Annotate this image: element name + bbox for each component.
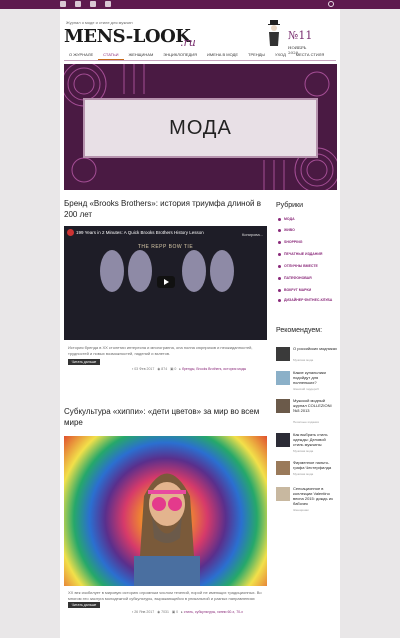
mail-icon[interactable]: [60, 1, 66, 7]
issue-number: №11: [288, 29, 313, 42]
nav-item-about[interactable]: О журнале: [64, 50, 98, 60]
bullet-icon: [278, 228, 281, 232]
recommended-item[interactable]: Мужской модный журнал COLLEZIONI №3 2013…: [276, 398, 337, 424]
tag-icon: ▸: [179, 367, 181, 371]
recommended-item[interactable]: Какие купальники подойдут для полненьких…: [276, 370, 337, 391]
eye-icon: ◉: [157, 367, 161, 371]
logo-domain: .ru: [180, 36, 196, 49]
main-nav: О журнале Статьи Женщинам Энциклопедия И…: [64, 50, 336, 60]
top-bar: [0, 0, 400, 9]
recommended-category: Женский гардероб: [293, 387, 319, 391]
rss-icon[interactable]: [105, 1, 111, 7]
recommended-thumbnail: [276, 461, 290, 475]
nav-item-care[interactable]: Уход: [270, 50, 291, 60]
recommended-item[interactable]: Как выбрать стиль одежды: Деловой стиль …: [276, 432, 337, 453]
rubric-item[interactable]: ДИЗАЙНЕР ФИТНЕС-КЛУБА: [278, 298, 336, 302]
recommended-thumbnail: [276, 399, 290, 413]
bullet-icon: [278, 252, 281, 256]
nav-item-articles[interactable]: Статьи: [98, 50, 124, 60]
nav-item-places[interactable]: Места стиля: [291, 50, 329, 60]
post-tags[interactable]: стиль, субкультуры, хиппи 60-х, 70-х: [184, 610, 243, 614]
recommended-category: Мужская мода: [293, 472, 314, 476]
video-embed[interactable]: 199 Years in 2 Minutes: A Quick Brooks B…: [64, 226, 267, 340]
tie-image: [210, 250, 234, 292]
tie-image: [182, 250, 206, 292]
channel-avatar: [67, 229, 74, 236]
eye-icon: ◉: [157, 610, 161, 614]
category-banner: МОДА: [64, 64, 337, 190]
recommended-category: Мужская мода: [293, 358, 314, 362]
recommended-title[interactable]: О российских модниках: [293, 346, 337, 351]
post-title[interactable]: Субкультура «хиппи»: «дети цветов» за ми…: [64, 406, 269, 428]
nav-item-names[interactable]: Имена в моде: [202, 50, 243, 60]
bullet-icon: [278, 240, 281, 244]
search-icon[interactable]: [328, 1, 334, 7]
site-logo[interactable]: MENS-LOOK: [64, 26, 191, 47]
rubric-item[interactable]: ПАТЕФОНОВАЯ: [278, 276, 312, 280]
post-meta: ▪ 03 Фев 2017 ◉ 874 ▣ 0 ▸ бренды, Brooks…: [132, 367, 247, 371]
post-title[interactable]: Бренд «Brooks Brothers»: история триумфа…: [64, 198, 269, 220]
nav-item-women[interactable]: Женщинам: [124, 50, 159, 60]
recommended-title[interactable]: Мужской модный журнал COLLEZIONI №3 2013: [293, 398, 337, 413]
copy-link-button[interactable]: Копирова...: [242, 232, 263, 237]
recommended-title[interactable]: Какие купальники подойдут для полненьких…: [293, 370, 337, 385]
rubric-item[interactable]: ПЕЧАТНЫЕ ИЗДАНИЯ: [278, 252, 322, 256]
recommended-category: Мужская мода: [293, 449, 314, 453]
rubrics-heading: Рубрики: [276, 202, 304, 209]
recommended-item[interactable]: Фирменное пальто-графа Честерфилда Мужск…: [276, 460, 336, 480]
post-meta: ▪ 26 Янв 2017 ◉ 7031 ▣ 0 ▸ стиль, субкул…: [132, 610, 244, 614]
nav-item-encyclopedia[interactable]: Энциклопедия: [158, 50, 202, 60]
recommended-title[interactable]: Как выбрать стиль одежды: Деловой стиль …: [293, 432, 337, 447]
comment-icon: ▣: [170, 367, 174, 371]
bullet-icon: [278, 288, 281, 292]
recommended-title[interactable]: Фирменное пальто-графа Честерфилда: [293, 460, 337, 470]
gentleman-illustration: [268, 20, 280, 46]
recommended-heading: Рекомендуем:: [276, 327, 323, 334]
hippie-portrait: [134, 473, 200, 586]
bullet-icon: [278, 299, 281, 302]
facebook-icon[interactable]: [90, 1, 96, 7]
video-title[interactable]: 199 Years in 2 Minutes: A Quick Brooks B…: [76, 230, 204, 235]
rubric-item[interactable]: ВОКРУГ МАРКИ: [278, 288, 311, 292]
bullet-icon: [278, 276, 281, 280]
comment-icon: ▣: [171, 610, 176, 614]
tie-image: [128, 250, 152, 292]
play-button[interactable]: [157, 276, 175, 288]
recommended-thumbnail: [276, 487, 290, 501]
rubric-item[interactable]: МОДА: [278, 217, 295, 221]
post-tags[interactable]: бренды, Brooks Brothers, история моды: [182, 367, 246, 371]
nav-divider: [64, 60, 336, 61]
banner-label: МОДА: [169, 116, 232, 139]
vk-icon[interactable]: [75, 1, 81, 7]
tie-image: [100, 250, 124, 292]
recommended-item[interactable]: Сенсационное в коллекции Valentino весна…: [276, 486, 337, 512]
rubric-item[interactable]: ЖИВО: [278, 228, 295, 232]
bullet-icon: [278, 217, 281, 221]
tag-icon: ▸: [181, 610, 183, 614]
recommended-category: Печатные издания: [293, 420, 319, 424]
recommended-thumbnail: [276, 371, 290, 385]
nav-item-trends[interactable]: Тренды: [243, 50, 270, 60]
rubric-item[interactable]: ОТЛИЧНЫ ВМЕСТЕ: [278, 264, 318, 268]
recommended-item[interactable]: О российских модниках Мужская мода: [276, 346, 337, 366]
post-image[interactable]: [64, 436, 267, 586]
recommended-title[interactable]: Сенсационное в коллекции Valentino весна…: [293, 486, 337, 506]
post-excerpt: История бренда в XX столетии интересна и…: [68, 345, 253, 356]
rubric-item[interactable]: SHOPPING: [278, 240, 302, 244]
read-more-button[interactable]: Читать дальше: [68, 602, 100, 608]
recommended-thumbnail: [276, 433, 290, 447]
read-more-button[interactable]: Читать дальше: [68, 359, 100, 365]
banner-label-box: МОДА: [83, 98, 318, 158]
recommended-category: Женщинам: [293, 508, 309, 512]
bullet-icon: [278, 264, 281, 268]
video-subtitle: THE REPP BOW TIE: [137, 244, 194, 250]
site-tagline: Журнал о моде и стиле для мужчин: [66, 20, 133, 25]
recommended-thumbnail: [276, 347, 290, 361]
